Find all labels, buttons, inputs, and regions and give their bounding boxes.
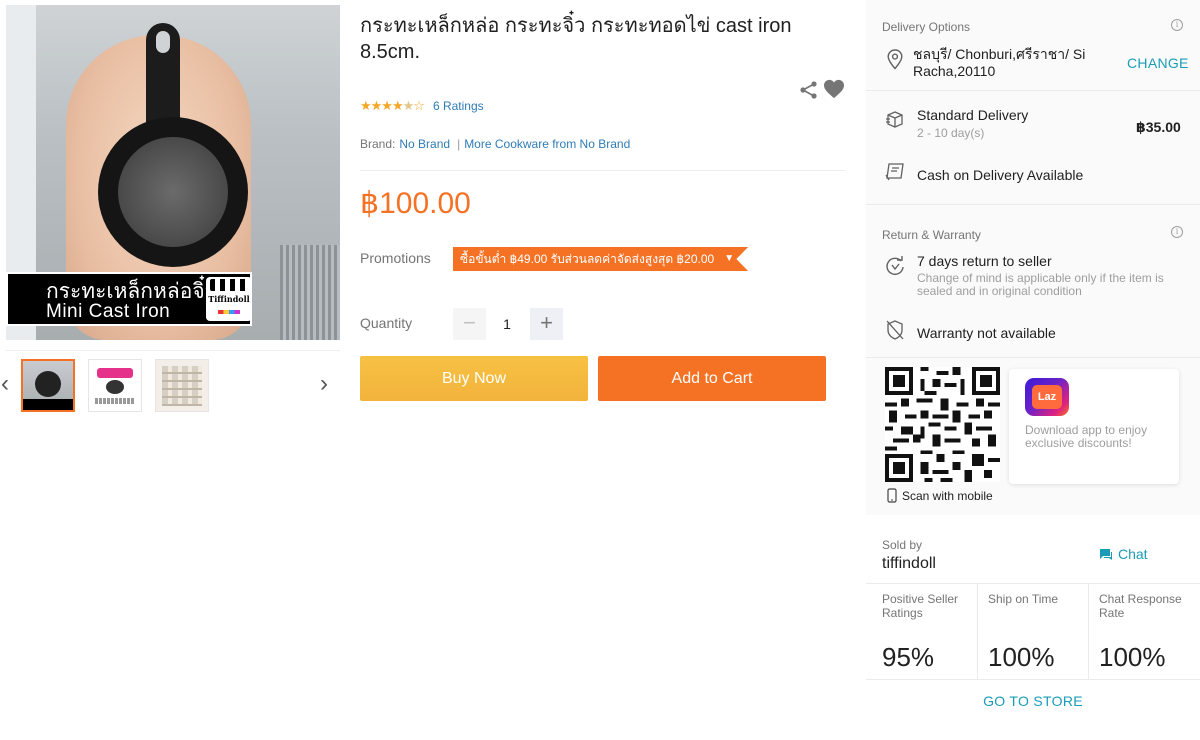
ratings-link[interactable]: 6 Ratings (433, 99, 484, 113)
buy-now-button[interactable]: Buy Now (360, 356, 588, 401)
cash-on-delivery-text: Cash on Delivery Available (917, 167, 1084, 183)
standard-delivery-title: Standard Delivery (917, 107, 1029, 123)
quantity-increase-button[interactable]: + (530, 308, 563, 340)
return-icon (886, 256, 904, 276)
quantity-label: Quantity (360, 315, 413, 331)
return-info-icon[interactable]: i (1171, 226, 1183, 238)
seller-name[interactable]: tiffindoll (882, 555, 936, 573)
rating-stars-icon: ★★★★★☆ (360, 98, 425, 113)
delivery-options-title: Delivery Options (882, 20, 971, 34)
brand-label: Brand: (360, 137, 396, 151)
promotion-tag[interactable]: ซื้อขั้นต่ำ ฿49.00 รับส่วนลดค่าจัดส่งสูง… (453, 247, 749, 271)
return-policy-detail: Change of mind is applicable only if the… (917, 271, 1164, 298)
product-page: กระทะเหล็กหล่อจิ๋ว Mini Cast Iron Tiffin… (0, 0, 1200, 740)
delivery-location: ชลบุรี/ Chonburi,ศรีราชา/ Si Racha,20110 (913, 46, 1086, 79)
thumbnail-2[interactable] (88, 359, 142, 412)
delivery-info-icon[interactable]: i (1171, 19, 1183, 31)
chevron-down-icon: ▼ (724, 253, 735, 264)
share-icon[interactable] (799, 80, 819, 100)
background-shelf (280, 245, 340, 340)
return-policy-title: 7 days return to seller (917, 253, 1052, 269)
more-from-brand-link[interactable]: More Cookware from No Brand (464, 137, 630, 151)
main-product-image[interactable]: กระทะเหล็กหล่อจิ๋ว Mini Cast Iron Tiffin… (6, 5, 340, 340)
metric-label-positive-ratings: Positive Seller Ratings (882, 592, 959, 620)
metric-label-chat-response: Chat Response Rate (1099, 592, 1182, 620)
standard-delivery-time: 2 - 10 day(s) (917, 126, 985, 140)
mobile-phone-icon (887, 488, 897, 503)
lazada-app-icon: Laz (1025, 378, 1069, 416)
thumbnail-1[interactable] (21, 359, 75, 412)
cash-on-delivery-icon (885, 163, 904, 181)
thumbnail-prev-arrow-icon[interactable]: ‹ (1, 372, 9, 396)
shop-logo: Tiffindoll (206, 277, 252, 321)
change-location-link[interactable]: CHANGE (1127, 55, 1189, 71)
qr-code (885, 367, 1000, 482)
quantity-decrease-button[interactable]: − (453, 308, 486, 340)
warranty-shield-icon (886, 320, 904, 340)
thumbnail-3[interactable] (155, 359, 209, 412)
delivery-box-icon (886, 111, 903, 128)
go-to-store-link[interactable]: GO TO STORE (866, 693, 1200, 709)
app-download-card[interactable]: Laz Download app to enjoy exclusive disc… (1009, 369, 1179, 484)
standard-delivery-price: ฿35.00 (1136, 119, 1181, 135)
chat-icon (1100, 548, 1112, 560)
warranty-text: Warranty not available (917, 325, 1056, 341)
cast-iron-pan-image (98, 117, 248, 267)
promotions-label: Promotions (360, 250, 431, 266)
wishlist-heart-icon[interactable] (823, 79, 845, 99)
rating-row: ★★★★★☆ 6 Ratings (360, 97, 484, 115)
metric-value-ship-on-time: 100% (988, 642, 1055, 672)
chat-button[interactable]: Chat (1099, 546, 1148, 562)
scan-with-mobile-text: Scan with mobile (902, 489, 993, 503)
app-download-text: Download app to enjoy exclusive discount… (1025, 423, 1148, 450)
add-to-cart-button[interactable]: Add to Cart (598, 356, 826, 401)
metric-value-positive-ratings: 95% (882, 642, 935, 672)
image-caption-thai: กระทะเหล็กหล่อจิ๋ว (46, 280, 217, 303)
thumbnail-next-arrow-icon[interactable]: › (320, 372, 328, 396)
product-price: ฿100.00 (360, 187, 471, 220)
delivery-panel: Delivery Options i ชลบุรี/ Chonburi,ศรีร… (866, 0, 1200, 725)
quantity-input[interactable]: 1 (492, 308, 522, 340)
brand-row: Brand: No Brand | More Cookware from No … (360, 137, 630, 151)
sold-by-label: Sold by (882, 538, 923, 552)
brand-separator: | (457, 137, 461, 151)
metric-value-chat-response: 100% (1099, 642, 1166, 672)
return-warranty-title: Return & Warranty (882, 228, 981, 242)
image-caption-english: Mini Cast Iron (46, 301, 171, 322)
brand-link[interactable]: No Brand (399, 137, 450, 151)
location-pin-icon (887, 49, 903, 70)
product-title: กระทะเหล็กหล่อ กระทะจิ๋ว กระทะทอดไข่ cas… (360, 15, 792, 63)
metric-label-ship-on-time: Ship on Time (988, 592, 1059, 606)
